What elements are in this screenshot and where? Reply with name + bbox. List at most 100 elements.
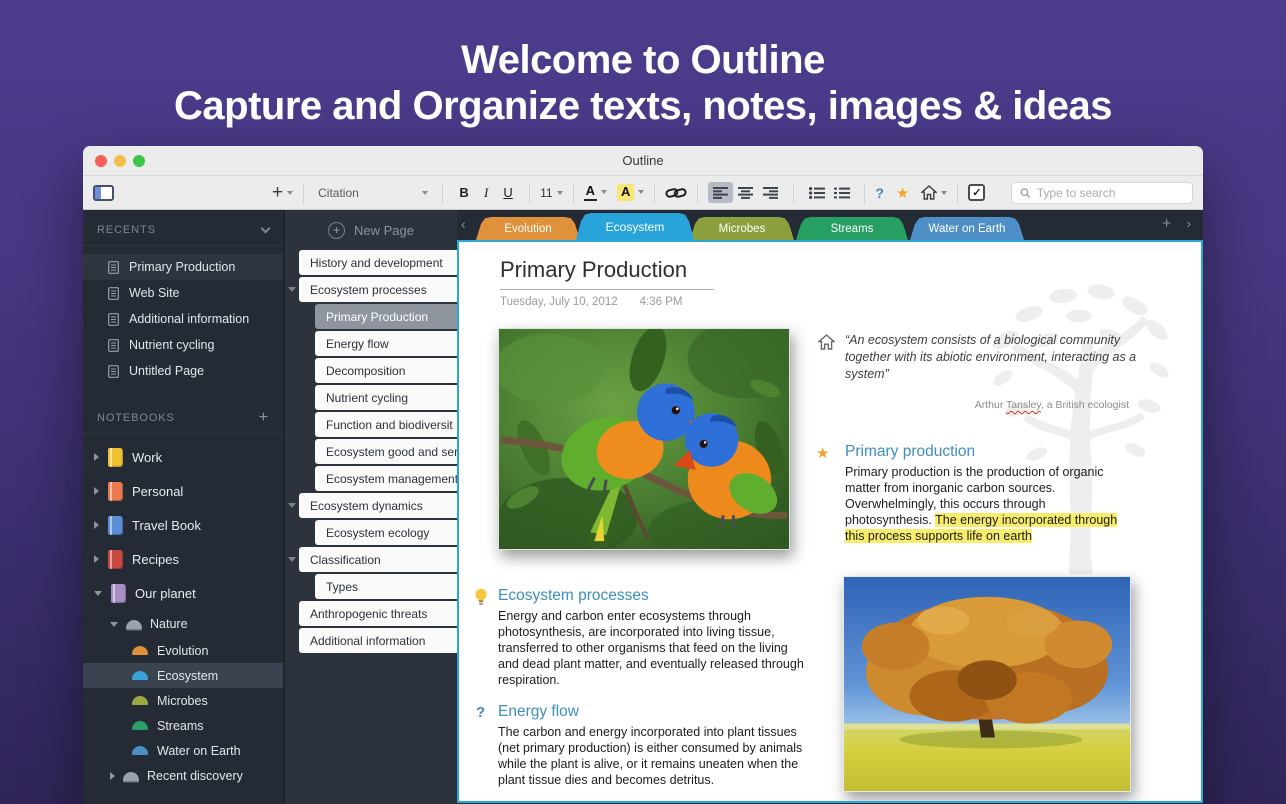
sidebar-item-recent[interactable]: Additional information [83, 306, 283, 332]
notebooks-header: NOTEBOOKS + [83, 398, 283, 434]
chevron-down-icon[interactable] [261, 224, 271, 234]
align-center-button[interactable] [733, 182, 758, 203]
note-page[interactable]: Primary Production Tuesday, July 10, 201… [457, 240, 1203, 803]
page-item[interactable]: Ecosystem management [315, 466, 457, 491]
section-group-icon [123, 772, 139, 781]
help-button[interactable]: ? [875, 185, 884, 201]
paragraph-style-dropdown[interactable]: Citation [314, 186, 432, 200]
italic-button[interactable]: I [475, 185, 497, 201]
add-notebook-button[interactable]: + [259, 413, 269, 423]
text-color-button[interactable]: A [584, 184, 607, 200]
sidebar-item-recent[interactable]: Primary Production [83, 254, 283, 280]
notebook-icon [108, 482, 123, 501]
home-icon [818, 334, 835, 350]
tab-streams[interactable]: Streams [796, 217, 908, 240]
lightbulb-icon [474, 588, 488, 607]
section-group-item[interactable]: Recent discovery [83, 763, 283, 789]
page-item[interactable]: Function and biodiversit [315, 412, 457, 437]
underline-button[interactable]: U [497, 185, 519, 200]
expand-icon[interactable] [94, 487, 99, 495]
align-right-button[interactable] [758, 182, 783, 203]
new-page-button[interactable]: + New Page [285, 210, 457, 250]
checkbox-button[interactable]: ✓ [968, 184, 985, 201]
expand-icon[interactable] [94, 521, 99, 529]
minimize-window-button[interactable] [114, 155, 126, 167]
search-field[interactable] [1011, 182, 1193, 204]
page-item[interactable]: Ecosystem ecology [315, 520, 457, 545]
align-left-button[interactable] [708, 182, 733, 203]
collapse-icon[interactable] [288, 557, 296, 562]
notebook-item[interactable]: Work [83, 440, 283, 474]
bold-button[interactable]: B [453, 185, 475, 200]
expand-icon[interactable] [94, 555, 99, 563]
expand-icon[interactable] [94, 453, 99, 461]
tabs-scroll-left-button[interactable]: ‹ [461, 215, 466, 233]
chevron-down-icon [941, 191, 947, 195]
tab-water-on-earth[interactable]: Water on Earth [910, 217, 1024, 240]
collapse-icon[interactable] [110, 622, 118, 627]
home-button[interactable] [921, 185, 947, 200]
collapse-icon[interactable] [94, 591, 102, 596]
page-item[interactable]: Ecosystem good and ser [315, 439, 457, 464]
add-tab-button[interactable]: + [1162, 215, 1171, 233]
highlight-color-button[interactable]: A [617, 184, 644, 201]
sidebar-toggle-icon[interactable] [93, 185, 114, 201]
search-icon [1020, 187, 1031, 199]
tab-evolution[interactable]: Evolution [476, 217, 580, 240]
parrots-image[interactable] [498, 328, 790, 550]
font-size-dropdown[interactable]: 11 [540, 186, 562, 200]
page-item[interactable]: Ecosystem dynamics [299, 493, 457, 518]
notebook-item[interactable]: Our planet [83, 576, 283, 610]
page-item[interactable]: Nutrient cycling [315, 385, 457, 410]
section-heading-primary-production: Primary production [845, 443, 975, 461]
add-button[interactable]: + [272, 182, 293, 204]
sidebar-item-recent[interactable]: Untitled Page [83, 358, 283, 384]
section-group-item[interactable]: Nature [83, 610, 283, 638]
page-item[interactable]: Anthropogenic threats [299, 601, 457, 626]
link-icon[interactable] [665, 186, 687, 199]
section-item[interactable]: Evolution [83, 638, 283, 663]
section-item[interactable]: Microbes [83, 688, 283, 713]
notebook-item[interactable]: Travel Book [83, 508, 283, 542]
quote-attribution: Arthur Tansley, a British ecologist [845, 399, 1129, 411]
tab-microbes[interactable]: Microbes [690, 217, 794, 240]
title-underline [500, 289, 714, 290]
tab-ecosystem[interactable]: Ecosystem [576, 213, 694, 240]
page-item-selected[interactable]: Primary Production [315, 304, 457, 329]
page-item[interactable]: History and development [299, 250, 457, 275]
notebook-item[interactable]: Personal [83, 474, 283, 508]
collapse-icon[interactable] [288, 503, 296, 508]
question-mark-icon: ? [476, 704, 485, 721]
page-item[interactable]: Energy flow [315, 331, 457, 356]
numbered-list-button[interactable] [829, 182, 854, 203]
bullet-list-button[interactable] [804, 182, 829, 203]
section-icon [132, 671, 148, 680]
page-item[interactable]: Classification [299, 547, 457, 572]
page-item[interactable]: Additional information [299, 628, 457, 653]
chevron-down-icon [557, 191, 563, 195]
expand-icon[interactable] [110, 772, 115, 780]
section-item[interactable]: Ecosystem [83, 663, 283, 688]
chevron-down-icon [638, 190, 644, 194]
close-window-button[interactable] [95, 155, 107, 167]
notebook-item[interactable]: Recipes [83, 542, 283, 576]
recents-header: RECENTS [83, 210, 283, 246]
search-input[interactable] [1037, 186, 1184, 200]
collapse-icon[interactable] [288, 287, 296, 292]
section-body-energy-flow: The carbon and energy incorporated into … [498, 725, 812, 789]
notebook-icon [111, 584, 126, 603]
page-item[interactable]: Decomposition [315, 358, 457, 383]
autumn-tree-image[interactable] [843, 576, 1131, 792]
document-icon [108, 287, 119, 300]
page-item[interactable]: Types [315, 574, 457, 599]
document-icon [108, 365, 119, 378]
favorite-star-button[interactable]: ★ [896, 184, 909, 202]
page-item[interactable]: Ecosystem processes [299, 277, 457, 302]
sidebar-item-recent[interactable]: Web Site [83, 280, 283, 306]
sidebar-item-recent[interactable]: Nutrient cycling [83, 332, 283, 358]
tabs-scroll-right-button[interactable]: › [1187, 215, 1191, 233]
zoom-window-button[interactable] [133, 155, 145, 167]
toolbar: + Citation B I U 11 A A [83, 176, 1203, 210]
section-item[interactable]: Water on Earth [83, 738, 283, 763]
section-item[interactable]: Streams [83, 713, 283, 738]
